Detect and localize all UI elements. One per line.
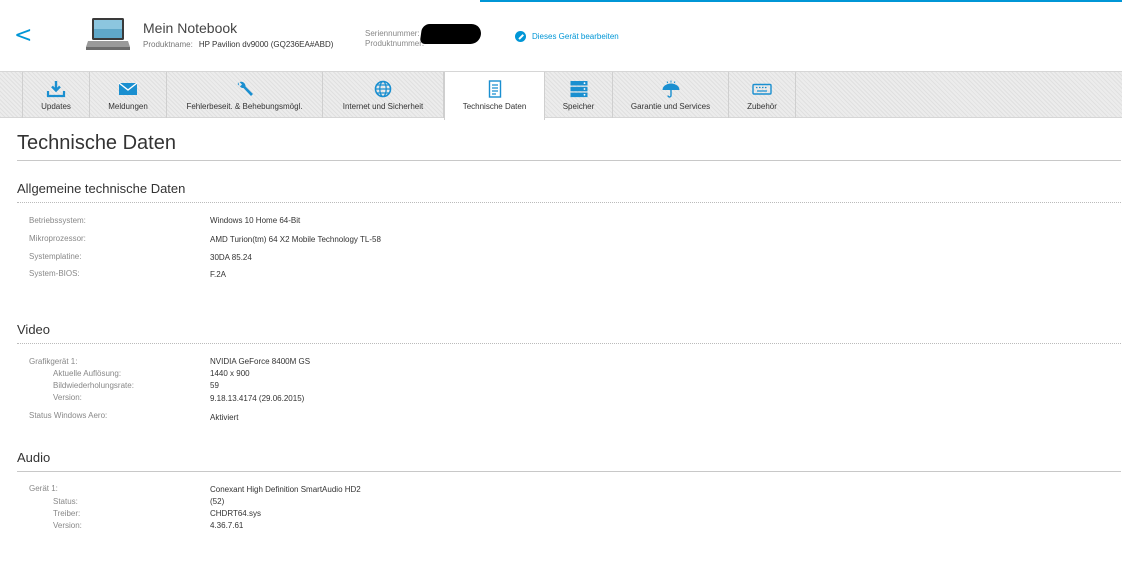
storage-icon: [570, 81, 587, 98]
product-number-label: Produktnummer:: [365, 39, 425, 48]
edit-device-label: Dieses Gerät bearbeiten: [532, 32, 619, 41]
spec-label: Bildwiederholungsrate:: [53, 381, 134, 390]
tab-label: Internet und Sicherheit: [342, 102, 424, 111]
spec-label: Mikroprozessor:: [29, 234, 86, 243]
product-name-row: Produktname: HP Pavilion dv9000 (GQ236EA#…: [143, 40, 333, 49]
tab-label: Meldungen: [108, 102, 148, 111]
section-divider: [17, 202, 1121, 203]
product-name-label: Produktname:: [143, 40, 193, 49]
download-icon: [46, 81, 66, 98]
tab-label: Speicher: [562, 102, 595, 111]
spec-label: Systemplatine:: [29, 252, 82, 261]
spec-value: (52): [210, 497, 225, 506]
globe-icon: [374, 80, 392, 98]
tab-warranty-services[interactable]: Garantie und Services: [613, 72, 729, 118]
spec-value: 9.18.13.4174 (29.06.2015): [210, 394, 305, 403]
section-title-video: Video: [17, 322, 51, 337]
device-title: Mein Notebook: [143, 20, 238, 36]
section-divider: [17, 471, 1121, 472]
tab-updates[interactable]: Updates: [22, 72, 90, 118]
title-divider: [17, 160, 1121, 161]
tab-label: Zubehör: [747, 102, 777, 111]
spec-value: 1440 x 900: [210, 369, 250, 378]
document-icon: [488, 80, 501, 98]
tab-label: Updates: [41, 102, 71, 111]
keyboard-icon: [752, 83, 772, 95]
spec-value: Conexant High Definition SmartAudio HD2: [210, 485, 361, 494]
spec-label: Aktuelle Auflösung:: [53, 369, 122, 378]
spec-label: Gerät 1:: [29, 484, 58, 493]
spec-value: 59: [210, 381, 219, 390]
tab-internet-security[interactable]: Internet und Sicherheit: [323, 72, 444, 118]
serial-info: Seriennummer: Produktnummer:: [365, 29, 424, 49]
spec-value: F.2A: [210, 270, 227, 279]
wrench-icon: [237, 81, 253, 96]
tab-storage[interactable]: Speicher: [545, 72, 613, 118]
umbrella-icon: [662, 80, 679, 98]
spec-label: Grafikgerät 1:: [29, 357, 78, 366]
spec-label: Version:: [53, 521, 82, 530]
tab-troubleshooting[interactable]: Fehlerbeseit. & Behebungsmögl.: [167, 72, 323, 118]
spec-value: 4.36.7.61: [210, 521, 244, 530]
spec-label: Status:: [53, 497, 78, 506]
spec-value: 30DA 85.24: [210, 253, 252, 262]
tab-bar: Updates Meldungen Fehlerbeseit. & Behebu…: [0, 71, 1122, 120]
tab-label: Garantie und Services: [630, 102, 711, 111]
laptop-icon: [86, 18, 130, 50]
spec-value: CHDRT64.sys: [210, 509, 261, 518]
redacted-serial: [419, 24, 483, 44]
spec-label: Version:: [53, 393, 82, 402]
tab-label: Fehlerbeseit. & Behebungsmögl.: [186, 102, 303, 111]
envelope-icon: [118, 82, 138, 95]
spec-value: Windows 10 Home 64-Bit: [210, 216, 301, 225]
section-divider: [17, 343, 1121, 344]
tab-technical-data[interactable]: Technische Daten: [444, 72, 545, 120]
edit-device-link[interactable]: Dieses Gerät bearbeiten: [515, 31, 619, 42]
spec-value: AMD Turion(tm) 64 X2 Mobile Technology T…: [210, 235, 381, 244]
tab-messages[interactable]: Meldungen: [90, 72, 167, 118]
spec-label: Betriebssystem:: [29, 216, 86, 225]
spec-value: Aktiviert: [210, 413, 239, 422]
device-header: < Mein Notebook Produktname: HP Pavilion …: [0, 0, 1122, 71]
tab-label: Technische Daten: [462, 102, 527, 111]
pencil-icon: [515, 31, 526, 42]
spec-label: Status Windows Aero:: [29, 411, 108, 420]
section-title-audio: Audio: [17, 450, 51, 465]
spec-label: System-BIOS:: [29, 269, 80, 278]
spec-label: Treiber:: [53, 509, 81, 518]
section-title-general: Allgemeine technische Daten: [17, 181, 186, 196]
back-button[interactable]: <: [14, 24, 34, 48]
spec-value: NVIDIA GeForce 8400M GS: [210, 357, 311, 366]
tab-accessories[interactable]: Zubehör: [729, 72, 796, 118]
page-title: Technische Daten: [17, 132, 176, 154]
product-name-value: HP Pavilion dv9000 (GQ236EA#ABD): [198, 40, 334, 49]
serial-number-label: Seriennummer:: [365, 29, 420, 38]
